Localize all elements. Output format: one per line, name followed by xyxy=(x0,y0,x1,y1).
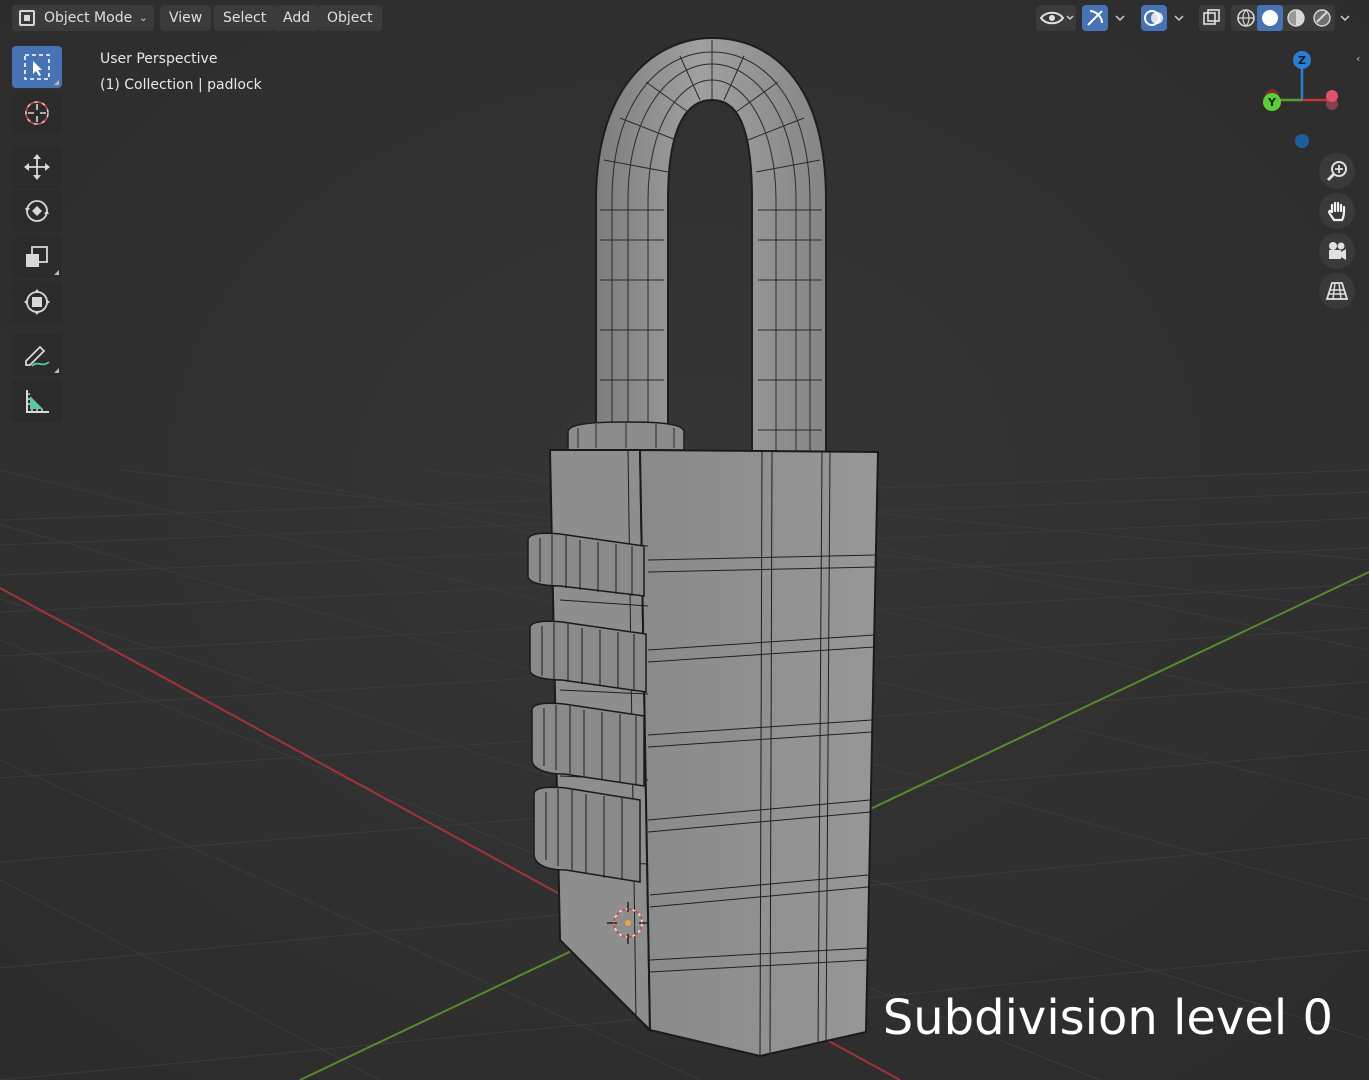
chevron-down-icon xyxy=(1115,15,1125,22)
hand-icon xyxy=(1328,201,1346,222)
select-box-icon xyxy=(24,54,50,80)
navigation-gizmo[interactable]: Z Y xyxy=(1250,44,1350,154)
menu-select[interactable]: Select xyxy=(214,5,276,31)
tool-cursor[interactable] xyxy=(12,92,62,134)
chevron-down-icon: ⌄ xyxy=(138,11,148,24)
xray-toggle-button[interactable] xyxy=(1199,5,1225,31)
scene-canvas[interactable] xyxy=(0,0,1369,1080)
annotate-pencil-icon xyxy=(25,345,50,367)
menu-view[interactable]: View xyxy=(160,5,212,31)
camera-icon xyxy=(1329,242,1346,260)
chevron-down-icon xyxy=(1340,15,1350,22)
tool-options-corner xyxy=(54,80,59,85)
tool-measure[interactable] xyxy=(12,380,62,422)
chevron-down-icon xyxy=(1174,15,1184,22)
zoom-magnifier-icon xyxy=(1326,161,1347,182)
gizmo-dropdown[interactable] xyxy=(1110,5,1132,31)
shackle-collar xyxy=(567,421,685,451)
solid-shading-icon xyxy=(1262,10,1278,26)
overlays-toggle-button[interactable] xyxy=(1141,5,1167,31)
viewport-info: User Perspective (1) Collection | padloc… xyxy=(100,46,262,98)
rotate-icon xyxy=(25,200,49,222)
solid-shading-button[interactable] xyxy=(1257,5,1283,31)
mode-label: Object Mode xyxy=(44,10,133,26)
pan-button[interactable] xyxy=(1319,193,1355,229)
eye-icon xyxy=(1039,11,1074,25)
visibility-dropdown[interactable] xyxy=(1036,5,1076,31)
wireframe-shading-icon[interactable] xyxy=(1233,5,1259,31)
tool-move[interactable] xyxy=(12,146,62,188)
gizmo-toggle-button[interactable] xyxy=(1082,5,1108,31)
camera-view-button[interactable] xyxy=(1319,233,1355,269)
view-name-label: User Perspective xyxy=(100,51,218,67)
cursor-icon xyxy=(25,101,49,125)
shading-mode-group xyxy=(1231,5,1335,31)
object-mode-icon xyxy=(19,10,35,26)
sidebar-toggle-arrow[interactable]: ‹ xyxy=(1356,52,1369,74)
tool-options-corner xyxy=(54,368,59,373)
perspective-grid-icon xyxy=(1325,282,1349,300)
measure-ruler-icon xyxy=(26,390,49,413)
y-axis-label: Y xyxy=(1267,96,1277,109)
shading-dropdown[interactable] xyxy=(1336,5,1356,31)
zoom-button[interactable] xyxy=(1319,153,1355,189)
z-axis-label: Z xyxy=(1298,54,1306,67)
move-icon xyxy=(24,154,50,180)
tool-options-corner xyxy=(54,270,59,275)
menu-object[interactable]: Object xyxy=(318,5,382,31)
object-mode-dropdown[interactable]: Object Mode ⌄ xyxy=(12,5,154,31)
tool-rotate[interactable] xyxy=(12,190,62,232)
perspective-toggle-button[interactable] xyxy=(1319,273,1355,309)
rendered-shading-icon[interactable] xyxy=(1309,5,1335,31)
scale-icon xyxy=(26,246,48,267)
material-shading-icon[interactable] xyxy=(1283,5,1309,31)
collection-label: (1) Collection | padlock xyxy=(100,77,262,93)
neg-z-axis-handle[interactable] xyxy=(1295,134,1309,148)
overlays-dropdown[interactable] xyxy=(1169,5,1191,31)
viewport-header: Object Mode ⌄ View Select Add Object xyxy=(0,0,1369,36)
transform-icon xyxy=(24,289,50,315)
tool-transform[interactable] xyxy=(12,281,62,323)
gizmo-icon xyxy=(1087,10,1103,26)
tool-scale[interactable] xyxy=(12,236,62,278)
tool-annotate[interactable] xyxy=(12,334,62,376)
xray-icon xyxy=(1203,9,1220,25)
tool-select-box[interactable] xyxy=(12,46,62,88)
3d-viewport[interactable]: Object Mode ⌄ View Select Add Object Use… xyxy=(0,0,1369,1080)
menu-add[interactable]: Add xyxy=(274,5,320,31)
overlays-icon xyxy=(1144,10,1163,26)
subdivision-caption: Subdivision level 0 xyxy=(882,990,1333,1046)
